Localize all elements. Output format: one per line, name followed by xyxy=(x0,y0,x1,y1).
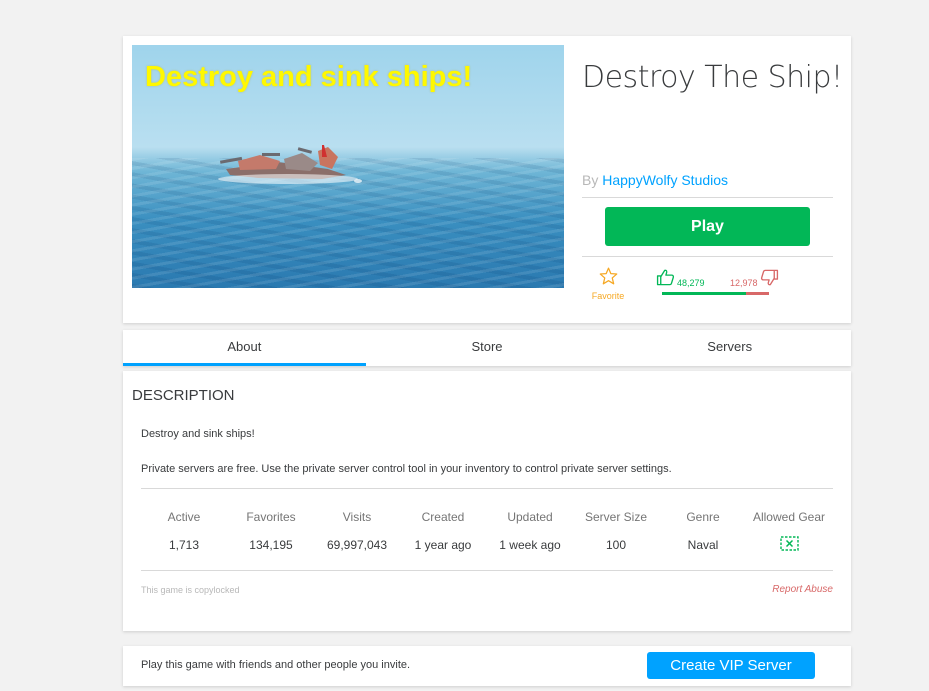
report-abuse-link[interactable]: Report Abuse xyxy=(772,584,833,595)
tab-store[interactable]: Store xyxy=(366,330,609,366)
stat-favorites: Favorites 134,195 xyxy=(226,510,316,552)
description-heading: DESCRIPTION xyxy=(132,387,235,404)
tab-servers[interactable]: Servers xyxy=(608,330,851,366)
vote-panel: 48,279 12,978 xyxy=(656,268,786,298)
stat-label: Active xyxy=(167,510,201,524)
description-text: Destroy and sink ships! xyxy=(141,428,255,440)
creator-link[interactable]: HappyWolfy Studios xyxy=(602,172,728,188)
divider xyxy=(582,256,833,257)
thumbnail-caption: Destroy and sink ships! xyxy=(145,61,473,93)
stat-allowed-gear: Allowed Gear xyxy=(744,510,834,556)
copylock-notice: This game is copylocked xyxy=(141,585,240,595)
stat-value: 69,997,043 xyxy=(326,538,388,552)
stat-active: Active 1,713 xyxy=(139,510,229,552)
thumbs-down-icon[interactable] xyxy=(760,268,779,287)
game-title: Destroy The Ship! xyxy=(582,60,843,95)
favorite-label: Favorite xyxy=(591,291,625,301)
favorite-button[interactable]: Favorite xyxy=(588,267,628,301)
vip-description: Play this game with friends and other pe… xyxy=(141,659,411,671)
creator-line: By HappyWolfy Studios xyxy=(582,172,728,188)
stat-label: Favorites xyxy=(246,510,296,524)
downvote-count: 12,978 xyxy=(730,278,758,288)
vip-server-section: Play this game with friends and other pe… xyxy=(123,646,851,686)
stat-label: Genre xyxy=(686,510,720,524)
game-header-card: Destroy and sink ships! Destroy The Ship… xyxy=(123,36,851,323)
create-vip-server-button[interactable]: Create VIP Server xyxy=(647,652,815,679)
stat-label: Visits xyxy=(342,510,372,524)
vote-ratio-fill xyxy=(662,292,747,295)
stat-genre: Genre Naval xyxy=(658,510,748,552)
divider xyxy=(141,488,833,489)
play-button[interactable]: Play xyxy=(605,207,810,246)
stat-value: 100 xyxy=(605,538,627,552)
stat-value: 1,713 xyxy=(168,538,200,552)
vote-ratio-bar xyxy=(662,292,769,295)
game-thumbnail: Destroy and sink ships! xyxy=(132,45,564,288)
gear-allowed-icon[interactable] xyxy=(779,536,799,551)
stat-value: Naval xyxy=(687,538,719,552)
stat-visits: Visits 69,997,043 xyxy=(312,510,402,552)
star-icon xyxy=(599,267,617,285)
thumbs-up-icon[interactable] xyxy=(656,268,675,287)
about-section: DESCRIPTION Destroy and sink ships! Priv… xyxy=(123,371,851,631)
stat-label: Server Size xyxy=(584,510,648,524)
tab-about[interactable]: About xyxy=(123,330,366,366)
stat-updated: Updated 1 week ago xyxy=(485,510,575,552)
upvote-count: 48,279 xyxy=(677,278,705,288)
sinking-ship-image xyxy=(218,145,362,184)
stat-label: Created xyxy=(421,510,465,524)
stat-value: 134,195 xyxy=(249,538,293,552)
stat-value: 1 week ago xyxy=(499,538,561,552)
stat-created: Created 1 year ago xyxy=(398,510,488,552)
stat-value: 1 year ago xyxy=(414,538,472,552)
tab-bar: About Store Servers xyxy=(123,330,851,366)
description-text: Private servers are free. Use the privat… xyxy=(141,463,672,475)
stat-server-size: Server Size 100 xyxy=(571,510,661,552)
divider xyxy=(582,197,833,198)
by-label: By xyxy=(582,172,599,188)
stat-label: Allowed Gear xyxy=(752,510,826,524)
stat-label: Updated xyxy=(507,510,553,524)
divider xyxy=(141,570,833,571)
